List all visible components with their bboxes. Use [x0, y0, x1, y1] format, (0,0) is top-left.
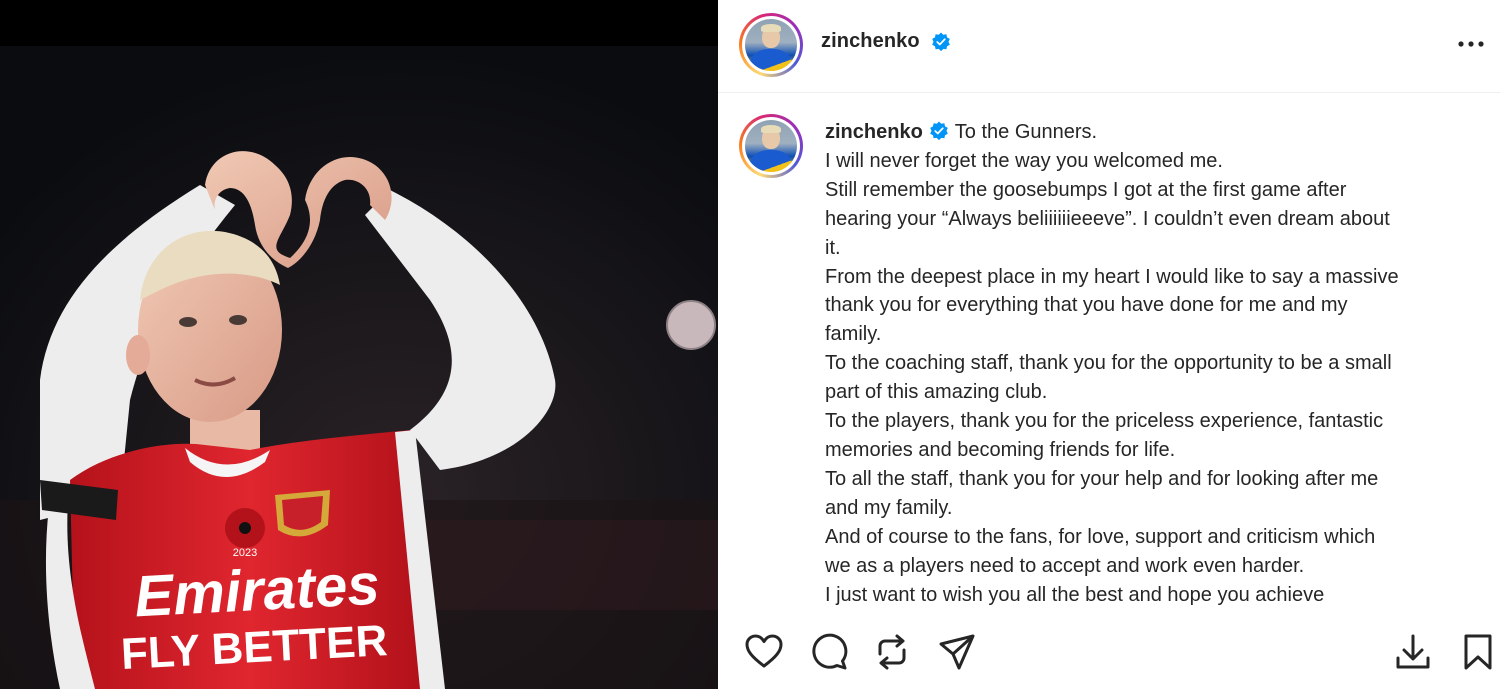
- share-button[interactable]: [937, 632, 977, 672]
- caption-text-line: thank you for everything that you have d…: [825, 294, 1348, 317]
- save-button[interactable]: [1458, 632, 1498, 672]
- caption-text-line: To the Gunners.: [954, 121, 1098, 143]
- caption-text-line: To all the staff, thank you for your hel…: [825, 467, 1379, 490]
- caption-text-line: To the players, thank you for the pricel…: [825, 410, 1384, 433]
- caption-text-line: hearing your “Always beliiiiiieeeve”. I …: [825, 207, 1390, 230]
- caption-username[interactable]: zinchenko: [825, 121, 923, 143]
- caption-text-line: we as a players need to accept and work …: [825, 554, 1305, 577]
- verified-badge-icon: [929, 121, 948, 141]
- caption-text-line: it.: [825, 236, 841, 259]
- header-username[interactable]: zinchenko: [821, 30, 920, 53]
- caption-text-line: memories and becoming friends for life.: [825, 438, 1176, 461]
- post-caption: zinchenko To the Gunners. I will never fo…: [825, 118, 1485, 612]
- post-photo[interactable]: 2023 Emirates FLY BETTER: [0, 0, 718, 689]
- caption-text-line: Still remember the goosebumps I got at t…: [825, 178, 1347, 201]
- caption-text-line: part of this amazing club.: [825, 381, 1048, 404]
- caption-text-line: and my family.: [825, 496, 953, 519]
- download-button[interactable]: [1393, 632, 1433, 672]
- caption-text-line: I just want to wish you all the best and…: [825, 583, 1325, 606]
- share-icon: [939, 634, 975, 670]
- caption-first-line: zinchenko To the Gunners.: [825, 118, 1485, 147]
- post-action-bar: [718, 612, 1500, 689]
- post-header: zinchenko: [718, 0, 1500, 93]
- verified-badge-icon: [932, 32, 950, 52]
- caption-avatar[interactable]: [739, 114, 803, 178]
- caption-text-line: To the coaching staff, thank you for the…: [825, 352, 1392, 375]
- more-options-icon[interactable]: [1456, 32, 1486, 56]
- like-button[interactable]: [744, 632, 784, 672]
- save-icon: [1464, 634, 1492, 670]
- post-panel: zinchenko zinchenko To the Gunners. I wil…: [718, 0, 1500, 689]
- player-photo-illustration: 2023 Emirates FLY BETTER: [0, 46, 718, 689]
- repost-button[interactable]: [872, 632, 912, 672]
- repost-icon: [878, 634, 906, 670]
- caption-text-line: And of course to the fans, for love, sup…: [825, 525, 1376, 548]
- caption-text-line: family.: [825, 323, 882, 346]
- caption-text-line: From the deepest place in my heart I wou…: [825, 265, 1399, 288]
- profile-avatar[interactable]: [739, 13, 803, 77]
- comment-button[interactable]: [809, 632, 849, 672]
- download-icon: [1396, 634, 1430, 669]
- caption-text-line: I will never forget the way you welcomed…: [825, 149, 1223, 172]
- like-icon: [745, 634, 783, 668]
- comment-icon: [812, 633, 848, 670]
